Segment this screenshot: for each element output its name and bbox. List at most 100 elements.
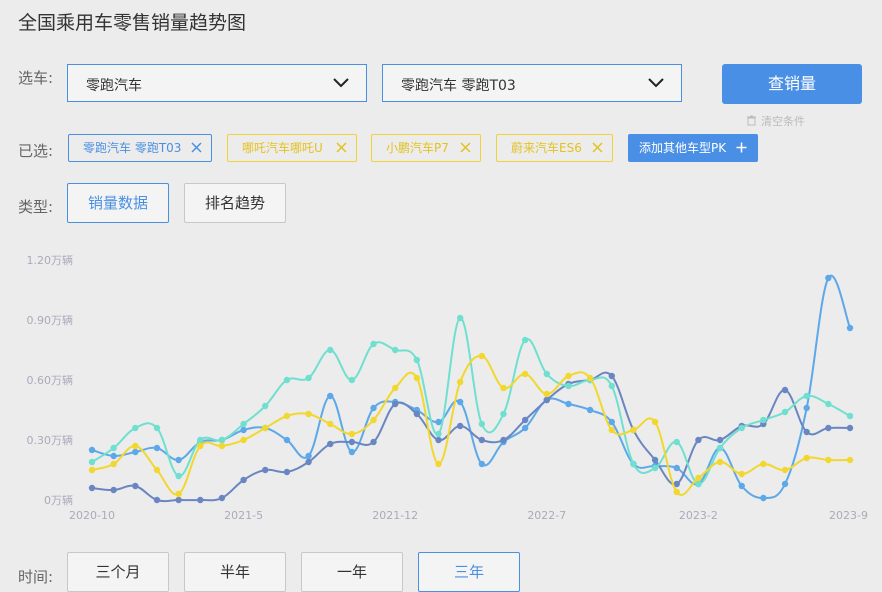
data-point[interactable] [327, 440, 334, 448]
data-point[interactable] [500, 436, 507, 444]
close-icon[interactable] [591, 141, 604, 154]
data-point[interactable] [132, 442, 139, 450]
data-point[interactable] [327, 392, 334, 400]
data-point[interactable] [651, 456, 659, 464]
data-point[interactable] [803, 392, 810, 400]
data-point[interactable] [132, 424, 139, 432]
data-point[interactable] [803, 454, 810, 462]
data-point[interactable] [586, 374, 594, 382]
data-point[interactable] [500, 410, 507, 418]
data-point[interactable] [262, 466, 269, 474]
data-point[interactable] [110, 460, 117, 468]
data-point[interactable] [153, 496, 161, 504]
data-point[interactable] [392, 384, 399, 392]
data-point[interactable] [435, 430, 442, 438]
data-point[interactable] [370, 416, 377, 424]
data-point[interactable] [132, 448, 139, 456]
data-point[interactable] [695, 474, 702, 482]
data-point[interactable] [825, 424, 832, 432]
data-point[interactable] [543, 396, 550, 404]
type-sales-data-button[interactable]: 销量数据 [67, 183, 169, 223]
data-point[interactable] [846, 424, 854, 432]
data-point[interactable] [283, 468, 291, 476]
data-point[interactable] [760, 460, 767, 468]
data-point[interactable] [110, 444, 117, 452]
data-point[interactable] [456, 314, 464, 322]
data-point[interactable] [413, 374, 421, 382]
data-point[interactable] [500, 384, 507, 392]
data-point[interactable] [218, 494, 226, 502]
data-point[interactable] [543, 390, 550, 398]
data-point[interactable] [132, 482, 139, 490]
data-point[interactable] [586, 406, 594, 414]
data-point[interactable] [305, 374, 312, 382]
data-point[interactable] [370, 340, 377, 348]
data-point[interactable] [262, 424, 269, 432]
data-point[interactable] [153, 424, 161, 432]
data-point[interactable] [695, 480, 702, 488]
time-3-months-button[interactable]: 三个月 [67, 552, 169, 592]
data-point[interactable] [327, 420, 334, 428]
data-point[interactable] [738, 482, 745, 490]
data-point[interactable] [413, 410, 421, 418]
close-icon[interactable] [335, 141, 348, 154]
data-point[interactable] [781, 480, 789, 488]
data-point[interactable] [283, 412, 291, 420]
data-point[interactable] [218, 442, 226, 450]
add-model-pk-button[interactable]: 添加其他车型PK [628, 134, 758, 162]
data-point[interactable] [348, 376, 356, 384]
data-point[interactable] [825, 456, 832, 464]
data-point[interactable] [197, 442, 204, 450]
data-point[interactable] [478, 420, 486, 428]
data-point[interactable] [781, 466, 789, 474]
data-point[interactable] [478, 436, 486, 444]
data-point[interactable] [456, 378, 464, 386]
time-1-year-button[interactable]: 一年 [301, 552, 403, 592]
data-point[interactable] [673, 464, 680, 472]
data-point[interactable] [673, 488, 680, 496]
data-point[interactable] [608, 372, 615, 380]
data-point[interactable] [305, 410, 312, 418]
data-point[interactable] [521, 416, 529, 424]
data-point[interactable] [392, 346, 399, 354]
data-point[interactable] [803, 404, 810, 412]
data-point[interactable] [521, 336, 529, 344]
data-point[interactable] [175, 472, 182, 480]
data-point[interactable] [738, 470, 745, 478]
data-point[interactable] [825, 400, 832, 408]
data-point[interactable] [175, 456, 182, 464]
close-icon[interactable] [459, 141, 472, 154]
data-point[interactable] [543, 370, 550, 378]
data-point[interactable] [478, 352, 486, 360]
data-point[interactable] [435, 460, 442, 468]
data-point[interactable] [608, 382, 615, 390]
data-point[interactable] [348, 430, 356, 438]
data-point[interactable] [760, 494, 767, 502]
data-point[interactable] [825, 274, 832, 282]
data-point[interactable] [370, 404, 377, 412]
data-point[interactable] [565, 382, 572, 390]
brand-select[interactable]: 零跑汽车 [67, 64, 367, 102]
query-sales-button[interactable]: 查销量 [722, 64, 862, 104]
data-point[interactable] [88, 446, 96, 454]
data-point[interactable] [240, 426, 247, 434]
data-point[interactable] [521, 370, 529, 378]
data-point[interactable] [803, 428, 810, 436]
data-point[interactable] [197, 496, 204, 504]
data-point[interactable] [716, 458, 724, 466]
data-point[interactable] [716, 436, 724, 444]
type-rank-trend-button[interactable]: 排名趋势 [184, 183, 286, 223]
data-point[interactable] [348, 448, 356, 456]
data-point[interactable] [262, 402, 269, 410]
data-point[interactable] [240, 436, 247, 444]
data-point[interactable] [565, 400, 572, 408]
data-point[interactable] [392, 400, 399, 408]
data-point[interactable] [456, 398, 464, 406]
data-point[interactable] [88, 458, 96, 466]
data-point[interactable] [630, 426, 637, 434]
data-point[interactable] [651, 464, 659, 472]
data-point[interactable] [175, 496, 182, 504]
data-point[interactable] [348, 438, 356, 446]
data-point[interactable] [738, 424, 745, 432]
data-point[interactable] [283, 376, 291, 384]
